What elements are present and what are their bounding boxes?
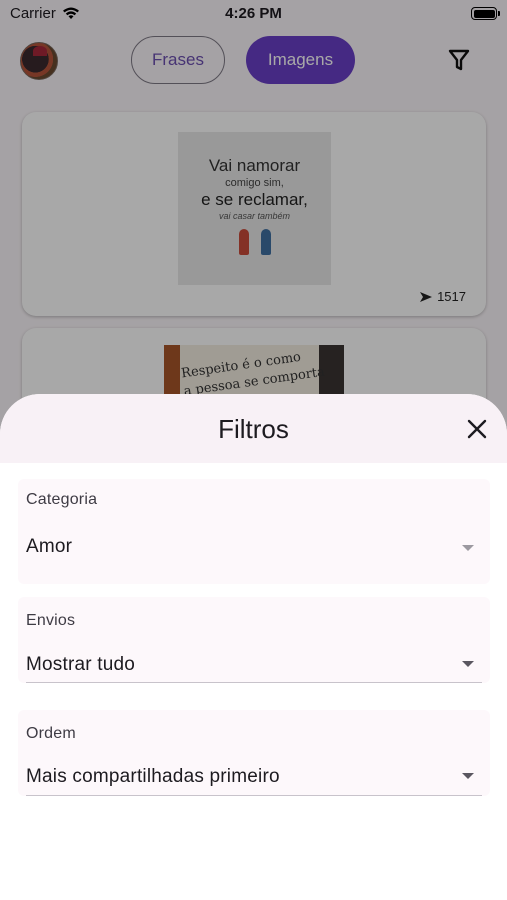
ordem-dropdown[interactable]: Ordem Mais compartilhadas primeiro bbox=[18, 710, 490, 796]
ordem-value: Mais compartilhadas primeiro bbox=[26, 766, 280, 787]
filter-sheet-header: Filtros bbox=[0, 394, 507, 463]
categoria-label: Categoria bbox=[26, 491, 98, 508]
filter-sheet-title: Filtros bbox=[218, 414, 289, 444]
dropdown-arrow-icon bbox=[462, 545, 474, 551]
dropdown-arrow-icon bbox=[462, 661, 474, 667]
field-underline bbox=[26, 795, 482, 796]
envios-label: Envios bbox=[26, 612, 76, 629]
close-icon bbox=[467, 419, 487, 439]
ordem-label: Ordem bbox=[26, 725, 76, 742]
categoria-dropdown[interactable]: Categoria Amor bbox=[18, 479, 490, 584]
dropdown-arrow-icon bbox=[462, 773, 474, 779]
envios-value: Mostrar tudo bbox=[26, 654, 136, 675]
categoria-value: Amor bbox=[26, 536, 73, 557]
close-button[interactable] bbox=[466, 418, 488, 440]
filter-sheet: Filtros Categoria Amor Envios Mostrar tu… bbox=[0, 394, 507, 900]
envios-dropdown[interactable]: Envios Mostrar tudo bbox=[18, 597, 490, 683]
field-underline bbox=[26, 682, 482, 683]
